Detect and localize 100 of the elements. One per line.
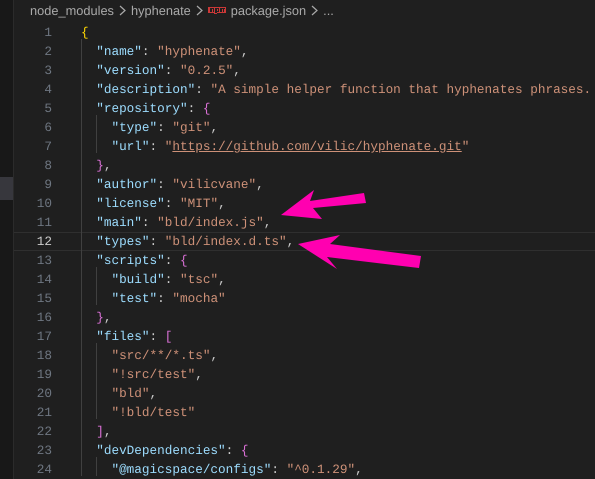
line-number: 21 (36, 404, 52, 422)
more-crumb[interactable]: ... (323, 0, 334, 20)
punctuation: , (286, 234, 294, 249)
line-number: 18 (36, 346, 52, 365)
property-key: "version" (81, 62, 165, 78)
url-link[interactable]: https://github.com/vilic/hyphenate.git (172, 138, 462, 154)
property-key: "test" (81, 290, 158, 306)
line-number: 6 (43, 118, 52, 137)
line-number: 3 (43, 62, 52, 80)
line-number: 19 (36, 366, 52, 384)
line-number: 17 (36, 328, 52, 346)
punctuation: , (256, 176, 264, 192)
punctuation: : (157, 290, 166, 306)
punctuation: , (355, 462, 363, 477)
punctuation: , (195, 366, 203, 382)
breadcrumb-item[interactable]: hyphenate (130, 0, 191, 20)
punctuation: : (195, 82, 204, 97)
property-key: "devDependencies" (81, 442, 226, 458)
bracket: { (202, 100, 210, 116)
chevron-icon (118, 5, 126, 16)
punctuation: : (271, 462, 280, 477)
punctuation: , (150, 386, 158, 401)
string-value: "bld/index.js" (157, 214, 264, 230)
line-number: 22 (36, 422, 52, 441)
punctuation: : (142, 44, 151, 59)
punctuation: , (240, 44, 249, 59)
property-key: "description" (81, 82, 196, 97)
bracket: } (95, 158, 104, 173)
string-value: "tsc" (180, 272, 218, 287)
punctuation: : (164, 272, 174, 287)
punctuation: : (150, 328, 158, 344)
line-number: 2 (43, 42, 52, 61)
breadcrumb-item[interactable]: package.json (230, 0, 306, 20)
property-key: "license" (81, 196, 165, 211)
punctuation: , (264, 214, 272, 230)
panel-highlight (0, 177, 13, 200)
string-value: "hyphenate" (157, 44, 241, 59)
property-key: "url" (81, 138, 150, 154)
property-key: "name" (81, 44, 142, 59)
line-number: 10 (36, 194, 52, 213)
string-value: "mocha" (172, 290, 226, 306)
string-value: "!bld/test" (110, 404, 196, 420)
property-key: "author" (81, 176, 158, 192)
line-number: 8 (43, 156, 52, 175)
punctuation: : (164, 252, 174, 268)
punctuation: : (164, 196, 174, 211)
property-key: "main" (81, 214, 142, 230)
line-number: 20 (36, 384, 52, 403)
line-number: 4 (43, 80, 52, 99)
line-number: 16 (36, 308, 52, 327)
punctuation: : (157, 120, 166, 135)
bracket: { (81, 24, 89, 40)
property-key: "files" (81, 328, 150, 344)
bracket: } (95, 310, 104, 325)
punctuation: : (157, 176, 166, 192)
property-key: "type" (81, 120, 158, 135)
string-value: "vilicvane" (172, 176, 256, 192)
property-key: "repository" (81, 100, 188, 116)
punctuation: , (104, 158, 112, 173)
line-number: 24 (36, 460, 52, 479)
punctuation: , (104, 424, 112, 439)
line-number: 11 (36, 214, 52, 232)
punctuation: , (210, 348, 218, 363)
npm-icon (208, 7, 226, 14)
punctuation: : (164, 62, 174, 78)
punctuation: : (188, 100, 196, 116)
punctuation: : (226, 442, 234, 458)
string-value: " (164, 138, 172, 154)
string-value: "!src/test" (110, 366, 196, 382)
string-value: "src/**/*.ts" (110, 348, 210, 363)
punctuation: : (150, 138, 158, 154)
string-value: "^0.1.29" (286, 462, 356, 477)
punctuation: , (233, 62, 241, 78)
punctuation: , (218, 272, 226, 287)
property-key: "build" (81, 272, 165, 287)
punctuation: : (150, 234, 158, 249)
punctuation: , (104, 310, 112, 325)
string-value: "bld/index.d.ts" (164, 234, 287, 249)
breadcrumb-item[interactable]: node_modules (30, 0, 114, 20)
line-number: 12 (36, 232, 52, 251)
bracket: { (240, 442, 249, 458)
property-key: "scripts" (81, 252, 165, 268)
line-number: 23 (36, 442, 52, 460)
string-value: "MIT" (180, 196, 218, 211)
string-value: "0.2.5" (180, 62, 234, 78)
line-number: 9 (43, 176, 52, 194)
line-number: 5 (43, 100, 52, 118)
property-key: "@magicspace/configs" (81, 462, 272, 477)
string-value: "git" (172, 120, 210, 135)
line-number: 1 (43, 24, 52, 42)
line-number: 7 (43, 138, 52, 156)
bracket: ] (95, 424, 104, 439)
line-number: 13 (36, 252, 52, 270)
bracket: { (180, 252, 188, 268)
punctuation: , (218, 196, 226, 211)
line-number: 14 (36, 270, 52, 289)
punctuation: : (142, 214, 151, 230)
line-number: 15 (36, 290, 52, 308)
bracket: [ (164, 328, 172, 344)
chevron-icon (311, 5, 318, 16)
